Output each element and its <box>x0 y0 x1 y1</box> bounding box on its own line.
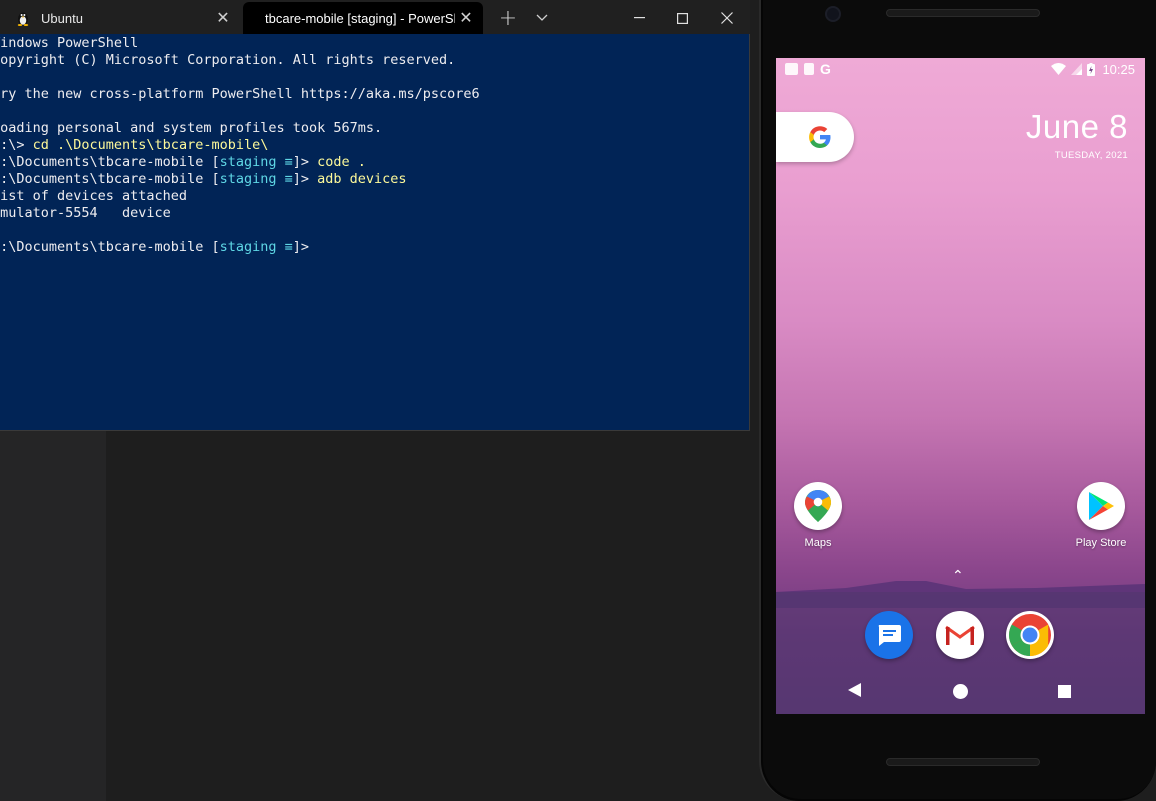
console-line: D:\Documents\tbcare-mobile [staging ≡]> … <box>0 154 750 171</box>
app-drawer-arrow-icon[interactable]: ⌃ <box>952 568 964 584</box>
tab-ubuntu-label: Ubuntu <box>41 10 83 26</box>
status-time: 10:25 <box>1102 61 1135 77</box>
console-line: emulator-5554 device <box>0 205 171 221</box>
linux-tux-icon <box>15 10 31 26</box>
windows-terminal-window: Ubuntu ✕ tbcare-mobile [staging] - Power… <box>0 0 750 431</box>
notification-image-icon <box>785 63 798 75</box>
chevron-down-icon <box>536 14 548 21</box>
prompt: D:\> <box>0 137 25 153</box>
new-tab-button[interactable]: + <box>492 2 524 34</box>
console-line: Loading personal and system profiles too… <box>0 120 383 136</box>
command: cd .\Documents\tbcare-mobile\ <box>32 137 269 153</box>
play-store-label: Play Store <box>1075 537 1127 549</box>
minimize-icon <box>633 17 645 19</box>
google-notification-icon: G <box>820 61 831 77</box>
prompt-end: ]> <box>292 154 318 170</box>
android-home-screen[interactable]: G 10:25 June 8 TUESDAY, 2021 Maps Play S… <box>776 58 1145 714</box>
console-line: D:\Documents\tbcare-mobile [staging ≡]> … <box>0 171 750 188</box>
tab-ubuntu[interactable]: Ubuntu ✕ <box>0 2 242 34</box>
tab-powershell-label: tbcare-mobile [staging] - PowerShell <box>265 10 455 26</box>
tab-ubuntu-close-icon[interactable]: ✕ <box>212 8 234 28</box>
console-line: D:\> cd .\Documents\tbcare-mobile\ <box>0 137 750 154</box>
home-icon[interactable] <box>953 684 968 699</box>
tab-powershell[interactable]: tbcare-mobile [staging] - PowerShell ✕ <box>243 2 483 34</box>
maximize-icon <box>676 12 688 24</box>
git-branch: staging ≡ <box>219 239 293 255</box>
maps-label: Maps <box>804 537 832 549</box>
prompt-end: ]> <box>292 171 318 187</box>
prompt: D:\Documents\tbcare-mobile [ <box>0 171 220 187</box>
console-line: D:\Documents\tbcare-mobile [staging ≡]> <box>0 239 750 256</box>
signal-icon <box>1071 63 1083 75</box>
battery-charging-icon <box>1087 62 1096 76</box>
navigation-bar <box>776 670 1145 714</box>
prompt: D:\Documents\tbcare-mobile [ <box>0 239 220 255</box>
speaker-bottom <box>886 758 1040 766</box>
play-store-icon <box>1077 482 1125 530</box>
google-maps-icon <box>794 482 842 530</box>
google-search-widget[interactable] <box>776 112 854 162</box>
editor-background <box>106 430 756 801</box>
console-line: Copyright (C) Microsoft Corporation. All… <box>0 52 456 68</box>
gmail-app-icon[interactable] <box>936 611 984 659</box>
wifi-icon <box>1051 63 1067 75</box>
console-line: List of devices attached <box>0 188 188 204</box>
maps-app[interactable]: Maps <box>778 482 858 549</box>
status-bar: G 10:25 <box>776 58 1145 80</box>
command: adb devices <box>317 171 407 187</box>
minimize-button[interactable] <box>616 2 662 34</box>
prompt-end: ]> <box>292 239 309 255</box>
terminal-console[interactable]: Windows PowerShell Copyright (C) Microso… <box>0 34 750 430</box>
messages-app-icon[interactable] <box>865 611 913 659</box>
recent-apps-icon[interactable] <box>1058 685 1071 698</box>
terminal-tab-bar: Ubuntu ✕ tbcare-mobile [staging] - Power… <box>0 0 750 34</box>
close-window-button[interactable] <box>704 2 750 34</box>
camera-icon <box>825 6 841 22</box>
tab-dropdown-button[interactable] <box>526 2 558 34</box>
google-g-icon <box>809 126 831 148</box>
prompt: D:\Documents\tbcare-mobile [ <box>0 154 220 170</box>
close-icon <box>721 12 733 24</box>
back-icon[interactable] <box>848 683 861 697</box>
play-store-app[interactable]: Play Store <box>1061 482 1141 549</box>
git-branch: staging ≡ <box>219 154 293 170</box>
date-widget-day: TUESDAY, 2021 <box>1054 150 1128 161</box>
editor-sidebar-background <box>0 430 106 801</box>
speaker-top <box>886 9 1040 17</box>
sd-card-icon <box>804 63 814 75</box>
tab-powershell-close-icon[interactable]: ✕ <box>455 8 477 28</box>
chrome-app-icon[interactable] <box>1006 611 1054 659</box>
console-line: Try the new cross-platform PowerShell ht… <box>0 86 480 102</box>
command: code . <box>317 154 366 170</box>
console-line: Windows PowerShell <box>0 35 139 51</box>
date-widget[interactable]: June 8 <box>1026 108 1128 146</box>
maximize-button[interactable] <box>662 2 702 34</box>
git-branch: staging ≡ <box>219 171 293 187</box>
